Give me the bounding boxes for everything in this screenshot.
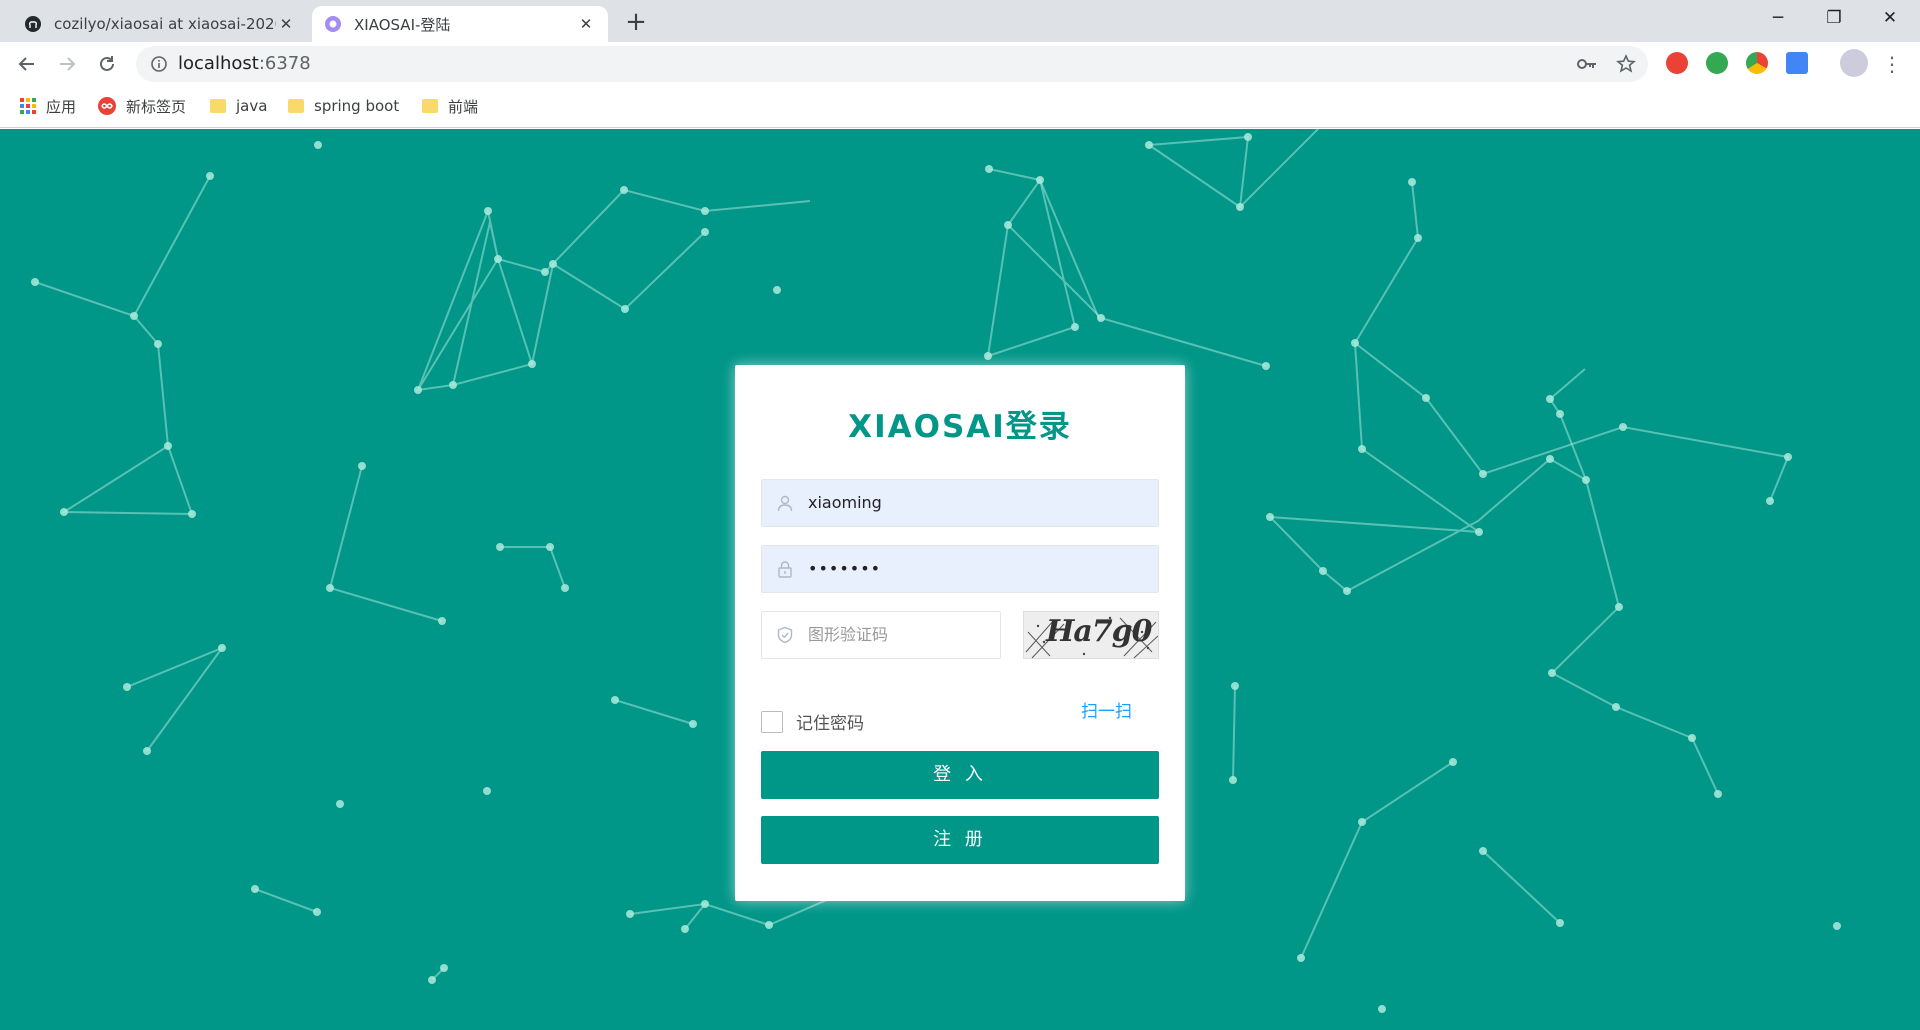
github-icon [25, 16, 41, 32]
back-arrow-icon [18, 57, 34, 71]
chrome-extension-icon[interactable] [1746, 52, 1768, 74]
login-title: XIAOSAI登录 [848, 409, 1072, 445]
address-bar[interactable]: localhost:6378 [136, 46, 1648, 82]
captcha-image[interactable]: Ha7g0 [1023, 611, 1159, 659]
bookmark-apps[interactable]: 应用 [20, 86, 76, 126]
minimize-button[interactable]: ─ [1750, 0, 1806, 36]
star-icon[interactable] [1616, 54, 1636, 74]
bookmark-java[interactable]: java [210, 86, 267, 126]
login-card: XIAOSAI登录 xiaoming ••••••• 图形验证码 Ha7g0 记… [735, 365, 1185, 901]
tab-title: cozilyo/xiaosai at xiaosai-2020 [54, 15, 276, 33]
folder-icon [422, 99, 438, 113]
menu-kebab-icon[interactable]: ⋮ [1876, 48, 1908, 80]
back-button[interactable] [11, 48, 43, 80]
scan-link[interactable]: 扫一扫 [1081, 697, 1132, 722]
globe-extension-icon[interactable] [1706, 52, 1728, 74]
close-icon[interactable]: ✕ [276, 15, 296, 33]
new-tab-button[interactable]: + [620, 6, 652, 38]
url-text: localhost:6378 [178, 46, 311, 82]
apps-grid-icon [20, 98, 36, 114]
captcha-text: Ha7g0 [1046, 614, 1153, 649]
close-icon[interactable]: ✕ [576, 15, 596, 33]
bookmark-spring-boot[interactable]: spring boot [288, 86, 399, 126]
remember-password[interactable]: 记住密码 [761, 709, 864, 734]
close-window-button[interactable]: ✕ [1862, 0, 1918, 36]
bookmark-label: java [236, 97, 268, 115]
login-page: XIAOSAI登录 xiaoming ••••••• 图形验证码 Ha7g0 记… [0, 129, 1920, 1030]
tab-title: XIAOSAI-登陆 [354, 15, 451, 34]
password-value: ••••••• [808, 559, 882, 578]
captcha-placeholder: 图形验证码 [808, 625, 889, 644]
info-icon[interactable] [150, 55, 168, 73]
infinity-icon [98, 97, 116, 115]
bookmarks-bar: 应用 新标签页 java spring boot 前端 [0, 86, 1920, 128]
toolbar: localhost:6378 ⋮ [0, 42, 1920, 86]
restore-button[interactable]: ❐ [1806, 0, 1862, 36]
tab-login[interactable]: XIAOSAI-登陆 ✕ [312, 6, 608, 42]
grid-extension-icon[interactable] [1786, 52, 1808, 74]
bookmark-label: spring boot [314, 97, 400, 115]
captcha-input[interactable]: 图形验证码 [761, 611, 1001, 659]
login-button[interactable]: 登 入 [761, 751, 1159, 799]
url-host: localhost [178, 53, 259, 74]
bookmark-label: 应用 [46, 97, 77, 116]
username-field[interactable]: xiaoming [761, 479, 1159, 527]
url-port: :6378 [258, 53, 311, 74]
reload-button[interactable] [91, 48, 123, 80]
user-icon [777, 495, 793, 512]
bookmark-label: 前端 [448, 97, 479, 116]
avatar[interactable] [1840, 49, 1868, 77]
key-icon[interactable] [1576, 54, 1598, 74]
tab-github[interactable]: cozilyo/xiaosai at xiaosai-2020 ✕ [12, 6, 308, 42]
bookmark-frontend[interactable]: 前端 [422, 86, 478, 126]
tab-strip: cozilyo/xiaosai at xiaosai-2020 ✕ XIAOSA… [0, 0, 1920, 42]
folder-icon [288, 99, 304, 113]
remember-checkbox[interactable] [761, 710, 783, 733]
shield-icon [777, 626, 793, 644]
bookmark-newtab[interactable]: 新标签页 [98, 86, 186, 126]
remember-label: 记住密码 [796, 714, 864, 734]
username-value: xiaoming [808, 493, 882, 512]
forward-button[interactable] [51, 48, 83, 80]
lock-icon [778, 561, 792, 578]
infinity-extension-icon[interactable] [1666, 52, 1688, 74]
reload-icon [100, 56, 114, 71]
register-button[interactable]: 注 册 [761, 816, 1159, 864]
app-favicon [325, 16, 341, 32]
forward-arrow-icon [60, 57, 76, 71]
folder-icon [210, 99, 226, 113]
bookmark-label: 新标签页 [126, 97, 187, 116]
password-field[interactable]: ••••••• [761, 545, 1159, 593]
